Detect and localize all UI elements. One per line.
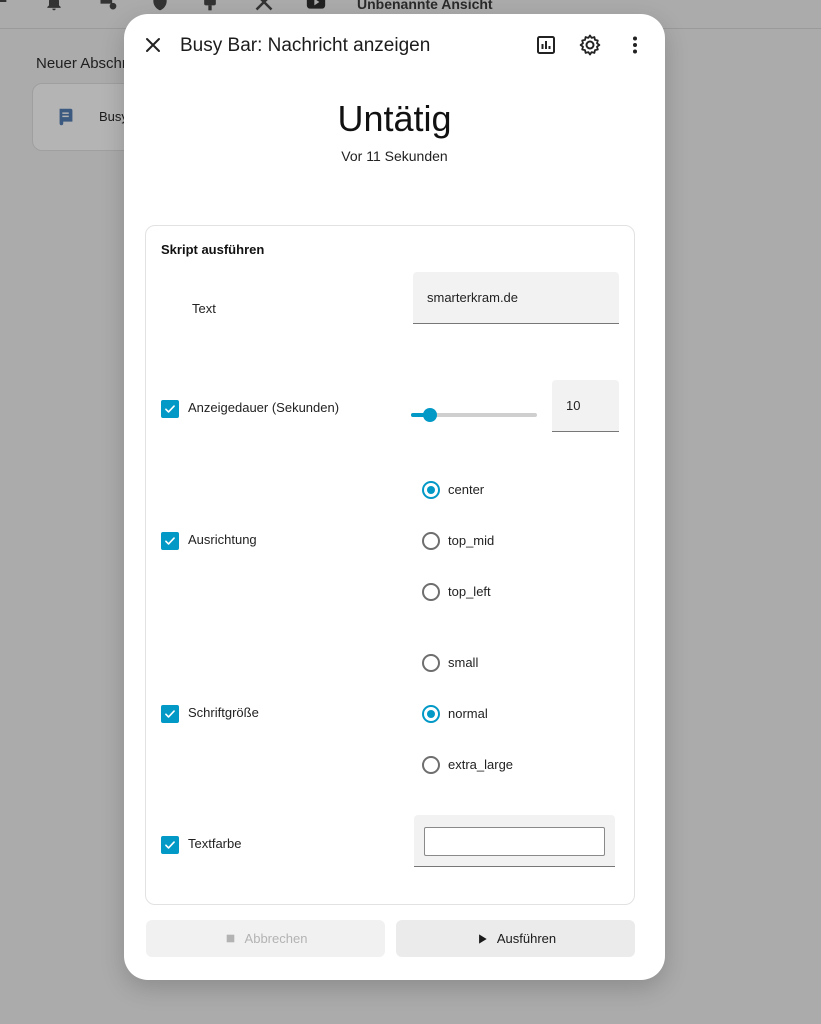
run-button[interactable]: Ausführen	[396, 920, 635, 957]
gear-icon	[579, 34, 601, 56]
run-script-card: Skript ausführen Text smarterkram.de Anz…	[145, 225, 635, 905]
alignment-option-label: center	[448, 482, 485, 497]
section-title: Neuer Abschn	[36, 55, 131, 72]
text-color-field[interactable]	[414, 815, 615, 867]
entity-state: Untätig	[337, 98, 452, 139]
alignment-option-label: top_mid	[448, 533, 495, 548]
dialog-title: Busy Bar: Nachricht anzeigen	[180, 35, 431, 56]
alignment-checkbox[interactable]	[161, 532, 179, 550]
plug-icon[interactable]	[200, 0, 220, 12]
check-icon	[165, 405, 175, 413]
font-size-radio-extra-large[interactable]	[422, 756, 440, 774]
duration-input[interactable]: 10	[552, 380, 619, 432]
chart-box-icon	[537, 36, 555, 54]
text-input-value: smarterkram.de	[427, 290, 519, 305]
font-size-option-label: normal	[448, 706, 488, 721]
cancel-button[interactable]: Abbrechen	[146, 920, 385, 957]
play-icon	[478, 933, 487, 944]
text-label: Text	[192, 301, 216, 316]
duration-label: Anzeigedauer (Sekunden)	[188, 400, 340, 415]
card-title: Skript ausführen	[161, 242, 265, 257]
duration-input-value: 10	[566, 398, 581, 413]
font-size-radio-small[interactable]	[422, 654, 440, 672]
run-button-label: Ausführen	[496, 931, 557, 946]
settings-button[interactable]	[572, 27, 608, 63]
duration-checkbox[interactable]	[161, 400, 179, 418]
close-icon	[146, 38, 160, 52]
check-icon	[165, 841, 175, 849]
alignment-label: Ausrichtung	[188, 532, 257, 547]
alignment-radio-top-mid[interactable]	[422, 532, 440, 550]
check-icon	[165, 537, 175, 545]
bell-icon[interactable]	[44, 0, 64, 12]
close-button[interactable]	[135, 27, 171, 63]
alignment-radio-top-left[interactable]	[422, 583, 440, 601]
last-changed: Vor 11 Sekunden	[341, 148, 448, 164]
youtube-icon[interactable]	[306, 0, 326, 12]
more-options-button[interactable]	[617, 27, 653, 63]
network-icon[interactable]	[0, 0, 8, 12]
cancel-button-label: Abbrechen	[244, 931, 308, 946]
font-size-option-label: small	[448, 655, 479, 670]
font-size-label: Schriftgröße	[188, 705, 259, 720]
script-icon	[55, 106, 77, 128]
font-size-checkbox[interactable]	[161, 705, 179, 723]
alignment-option-label: top_left	[448, 584, 491, 599]
dots-vertical-icon	[633, 36, 637, 54]
color-swatch[interactable]	[424, 827, 605, 856]
check-icon	[165, 710, 175, 718]
history-button[interactable]	[528, 27, 564, 63]
shield-icon[interactable]	[150, 0, 170, 12]
text-color-label: Textfarbe	[188, 836, 242, 851]
text-color-checkbox[interactable]	[161, 836, 179, 854]
more-info-dialog: Busy Bar: Nachricht anzeigen Untätig Vor…	[124, 14, 665, 980]
slider-thumb[interactable]	[422, 408, 437, 422]
text-input[interactable]: smarterkram.de	[413, 272, 619, 324]
font-size-radio-normal[interactable]	[422, 705, 440, 723]
view-title[interactable]: Unbenannte Ansicht	[357, 0, 493, 12]
duration-slider[interactable]	[411, 408, 537, 422]
stop-icon	[226, 934, 234, 943]
alignment-radio-center[interactable]	[422, 481, 440, 499]
font-size-option-label: extra_large	[448, 757, 514, 772]
tools-icon[interactable]	[254, 0, 274, 12]
database-gear-icon[interactable]	[98, 0, 118, 12]
